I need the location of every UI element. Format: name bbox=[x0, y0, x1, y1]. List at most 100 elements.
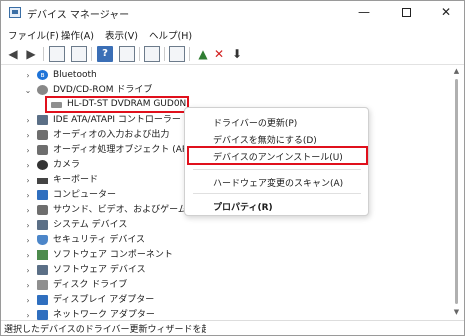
menu-action[interactable]: 操作(A) bbox=[61, 28, 94, 42]
collapsed-caret-icon[interactable]: › bbox=[23, 233, 33, 248]
scan-hardware-icon[interactable] bbox=[144, 46, 160, 62]
context-menu-scan-hardware[interactable]: ハードウェア変更のスキャン(A) bbox=[213, 176, 343, 189]
collapsed-caret-icon[interactable]: › bbox=[23, 143, 33, 158]
toolbar-separator bbox=[164, 47, 165, 61]
scrollbar-thumb[interactable] bbox=[455, 79, 458, 304]
tree-node-software-devices[interactable]: › ソフトウェア デバイス bbox=[1, 263, 449, 278]
collapsed-caret-icon[interactable]: › bbox=[23, 188, 33, 203]
selected-device-row[interactable]: HL-DT-ST DVDRAM GUD0N bbox=[47, 98, 187, 111]
collapsed-caret-icon[interactable]: › bbox=[23, 248, 33, 263]
device-manager-window: デバイス マネージャー — ✕ ファイル(F) 操作(A) 表示(V) ヘルプ(… bbox=[0, 0, 465, 336]
tree-node-label: システム デバイス bbox=[53, 220, 128, 230]
ide-controller-icon bbox=[37, 115, 48, 125]
context-menu: ドライバーの更新(P) デバイスを無効にする(D) デバイスのアンインストール(… bbox=[184, 107, 369, 216]
audio-apo-icon bbox=[37, 145, 48, 155]
collapsed-caret-icon[interactable]: › bbox=[23, 173, 33, 188]
computer-icon bbox=[37, 190, 48, 200]
tree-node-label: ソフトウェア デバイス bbox=[53, 265, 146, 275]
action-pane-icon[interactable] bbox=[119, 46, 135, 62]
context-menu-update-driver[interactable]: ドライバーの更新(P) bbox=[213, 116, 297, 129]
disk-drive-icon bbox=[51, 102, 62, 108]
tree-node-label: オーディオ処理オブジェクト (APO) bbox=[53, 145, 198, 155]
tree-node-label: カメラ bbox=[53, 160, 81, 170]
uninstall-device-icon[interactable]: ✕ bbox=[211, 46, 227, 62]
tree-node-label: ディスク ドライブ bbox=[53, 280, 128, 290]
tree-node-label: ディスプレイ アダプター bbox=[53, 295, 155, 305]
back-arrow-icon[interactable]: ◀ bbox=[5, 46, 21, 62]
toolbar-separator bbox=[139, 47, 140, 61]
system-device-icon bbox=[37, 220, 48, 230]
disk-drive-icon bbox=[37, 280, 48, 290]
vertical-scrollbar[interactable]: ▲ ▼ bbox=[449, 65, 464, 320]
minimize-button[interactable]: — bbox=[346, 1, 382, 25]
tree-node-label: Bluetooth bbox=[53, 70, 97, 80]
tree-node-software-components[interactable]: › ソフトウェア コンポーネント bbox=[1, 248, 449, 263]
collapsed-caret-icon[interactable]: › bbox=[23, 308, 33, 320]
dvd-drive-icon bbox=[37, 85, 48, 95]
tree-node-label: ソフトウェア コンポーネント bbox=[53, 250, 173, 260]
tree-node-label: オーディオの入力および出力 bbox=[53, 130, 170, 140]
tree-node-label: コンピューター bbox=[53, 190, 117, 200]
audio-io-icon bbox=[37, 130, 48, 140]
software-component-icon bbox=[37, 250, 48, 260]
menu-bar: ファイル(F) 操作(A) 表示(V) ヘルプ(H) bbox=[1, 25, 464, 43]
menu-file[interactable]: ファイル(F) bbox=[8, 28, 59, 42]
tree-node-security-devices[interactable]: › セキュリティ デバイス bbox=[1, 233, 449, 248]
context-menu-separator bbox=[193, 193, 361, 194]
title-bar: デバイス マネージャー — ✕ bbox=[1, 1, 464, 25]
menu-help[interactable]: ヘルプ(H) bbox=[149, 28, 192, 42]
window-title: デバイス マネージャー bbox=[27, 10, 130, 21]
collapsed-caret-icon[interactable]: › bbox=[23, 278, 33, 293]
tree-node-system-devices[interactable]: › システム デバイス bbox=[1, 218, 449, 233]
toolbar-separator bbox=[189, 47, 190, 61]
tree-node-label: セキュリティ デバイス bbox=[53, 235, 146, 245]
status-text: 選択したデバイスのドライバー更新ウィザードを起動します。 bbox=[4, 325, 206, 335]
tree-node-label: IDE ATA/ATAPI コントローラー bbox=[53, 115, 181, 125]
properties-icon[interactable] bbox=[71, 46, 87, 62]
collapsed-caret-icon[interactable]: › bbox=[23, 263, 33, 278]
security-device-icon bbox=[37, 235, 48, 245]
sound-icon bbox=[37, 205, 48, 215]
maximize-icon bbox=[401, 8, 411, 17]
collapsed-caret-icon[interactable]: › bbox=[23, 218, 33, 233]
forward-arrow-icon[interactable]: ▶ bbox=[23, 46, 39, 62]
collapsed-caret-icon[interactable]: › bbox=[23, 113, 33, 128]
tree-node-label: ネットワーク アダプター bbox=[53, 310, 155, 320]
keyboard-icon bbox=[37, 178, 48, 184]
collapsed-caret-icon[interactable]: › bbox=[23, 68, 33, 83]
menu-view[interactable]: 表示(V) bbox=[105, 28, 138, 42]
scroll-down-icon[interactable]: ▼ bbox=[452, 308, 461, 316]
context-menu-uninstall-device[interactable]: デバイスのアンインストール(U) bbox=[213, 150, 343, 163]
device-manager-app-icon bbox=[9, 7, 21, 18]
collapsed-caret-icon[interactable]: › bbox=[23, 128, 33, 143]
monitor-icon[interactable] bbox=[169, 46, 185, 62]
help-icon[interactable]: ? bbox=[97, 46, 113, 62]
tree-node-disk-drives[interactable]: › ディスク ドライブ bbox=[1, 278, 449, 293]
tree-node-bluetooth[interactable]: › ʙ Bluetooth bbox=[1, 68, 449, 83]
show-hide-console-tree-icon[interactable] bbox=[49, 46, 65, 62]
tree-node-network-adapters[interactable]: › ネットワーク アダプター bbox=[1, 308, 449, 320]
collapsed-caret-icon[interactable]: › bbox=[23, 293, 33, 308]
camera-icon bbox=[37, 160, 48, 170]
maximize-button[interactable] bbox=[388, 1, 424, 25]
close-button[interactable]: ✕ bbox=[428, 1, 464, 25]
collapsed-caret-icon[interactable]: › bbox=[23, 158, 33, 173]
update-driver-icon[interactable]: ⬇ bbox=[229, 46, 245, 62]
display-adapter-icon bbox=[37, 295, 48, 305]
add-driver-icon[interactable]: ▲ bbox=[195, 46, 211, 62]
tree-node-display-adapters[interactable]: › ディスプレイ アダプター bbox=[1, 293, 449, 308]
toolbar-separator bbox=[91, 47, 92, 61]
scroll-up-icon[interactable]: ▲ bbox=[452, 67, 461, 75]
collapsed-caret-icon[interactable]: › bbox=[23, 203, 33, 218]
tree-node-label: キーボード bbox=[53, 175, 99, 185]
selected-device-label: HL-DT-ST DVDRAM GUD0N bbox=[67, 99, 187, 109]
context-menu-separator bbox=[193, 169, 361, 170]
toolbar: ◀ ▶ ? ▲ ✕ ⬇ bbox=[1, 43, 464, 65]
bluetooth-icon: ʙ bbox=[37, 70, 48, 80]
network-adapter-icon bbox=[37, 310, 48, 320]
context-menu-disable-device[interactable]: デバイスを無効にする(D) bbox=[213, 133, 317, 146]
toolbar-separator bbox=[43, 47, 44, 61]
expanded-caret-icon[interactable]: ⌄ bbox=[23, 83, 33, 98]
software-device-icon bbox=[37, 265, 48, 275]
context-menu-properties[interactable]: プロパティ(R) bbox=[213, 200, 273, 213]
